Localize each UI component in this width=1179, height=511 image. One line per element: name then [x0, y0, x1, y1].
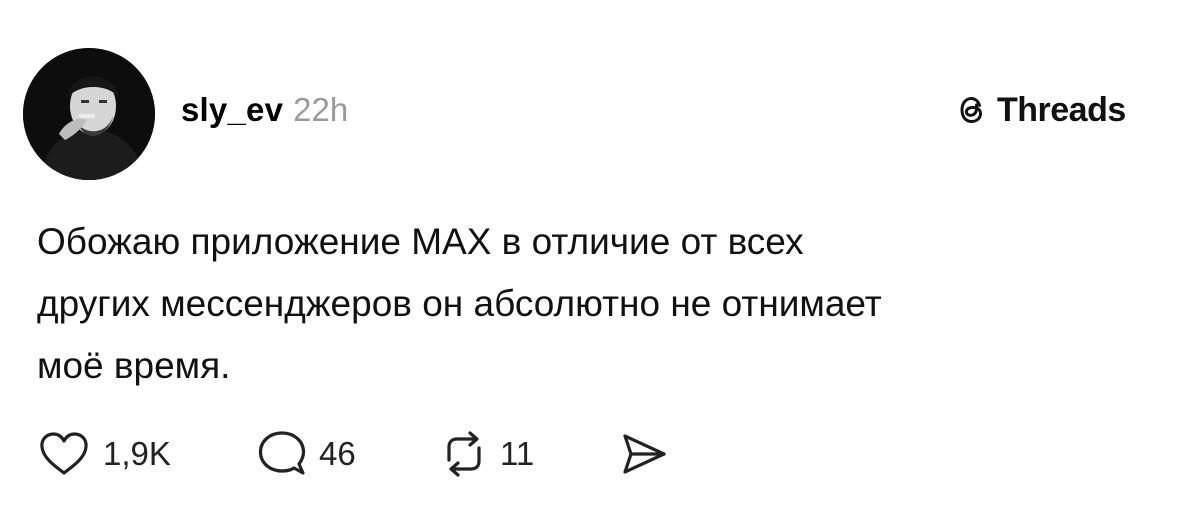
threads-post-card: sly_ev 22h Threads Обожаю приложение MAX…: [0, 0, 1179, 511]
threads-label: Threads: [997, 90, 1126, 129]
like-count: 1,9K: [103, 435, 171, 472]
comment-button[interactable]: 46: [257, 428, 356, 480]
comment-icon: [258, 431, 306, 475]
repost-count: 11: [500, 435, 535, 472]
comment-count: 46: [319, 435, 356, 472]
avatar[interactable]: [23, 48, 155, 180]
like-button[interactable]: 1,9K: [37, 428, 171, 480]
post-meta: sly_ev 22h: [181, 91, 348, 129]
avatar-portrait-image: [23, 48, 155, 180]
repost-button[interactable]: 11: [440, 428, 534, 480]
repost-icon: [447, 431, 481, 477]
post-timestamp: 22h: [293, 91, 349, 128]
heart-icon: [40, 432, 88, 475]
post-body-text: Обожаю приложение MAX в отличие от всех …: [37, 221, 882, 386]
share-button[interactable]: [620, 428, 668, 480]
threads-logo-icon: [955, 91, 989, 129]
threads-brand: Threads: [955, 90, 1126, 130]
author-username[interactable]: sly_ev: [181, 91, 283, 129]
send-icon: [623, 434, 666, 474]
